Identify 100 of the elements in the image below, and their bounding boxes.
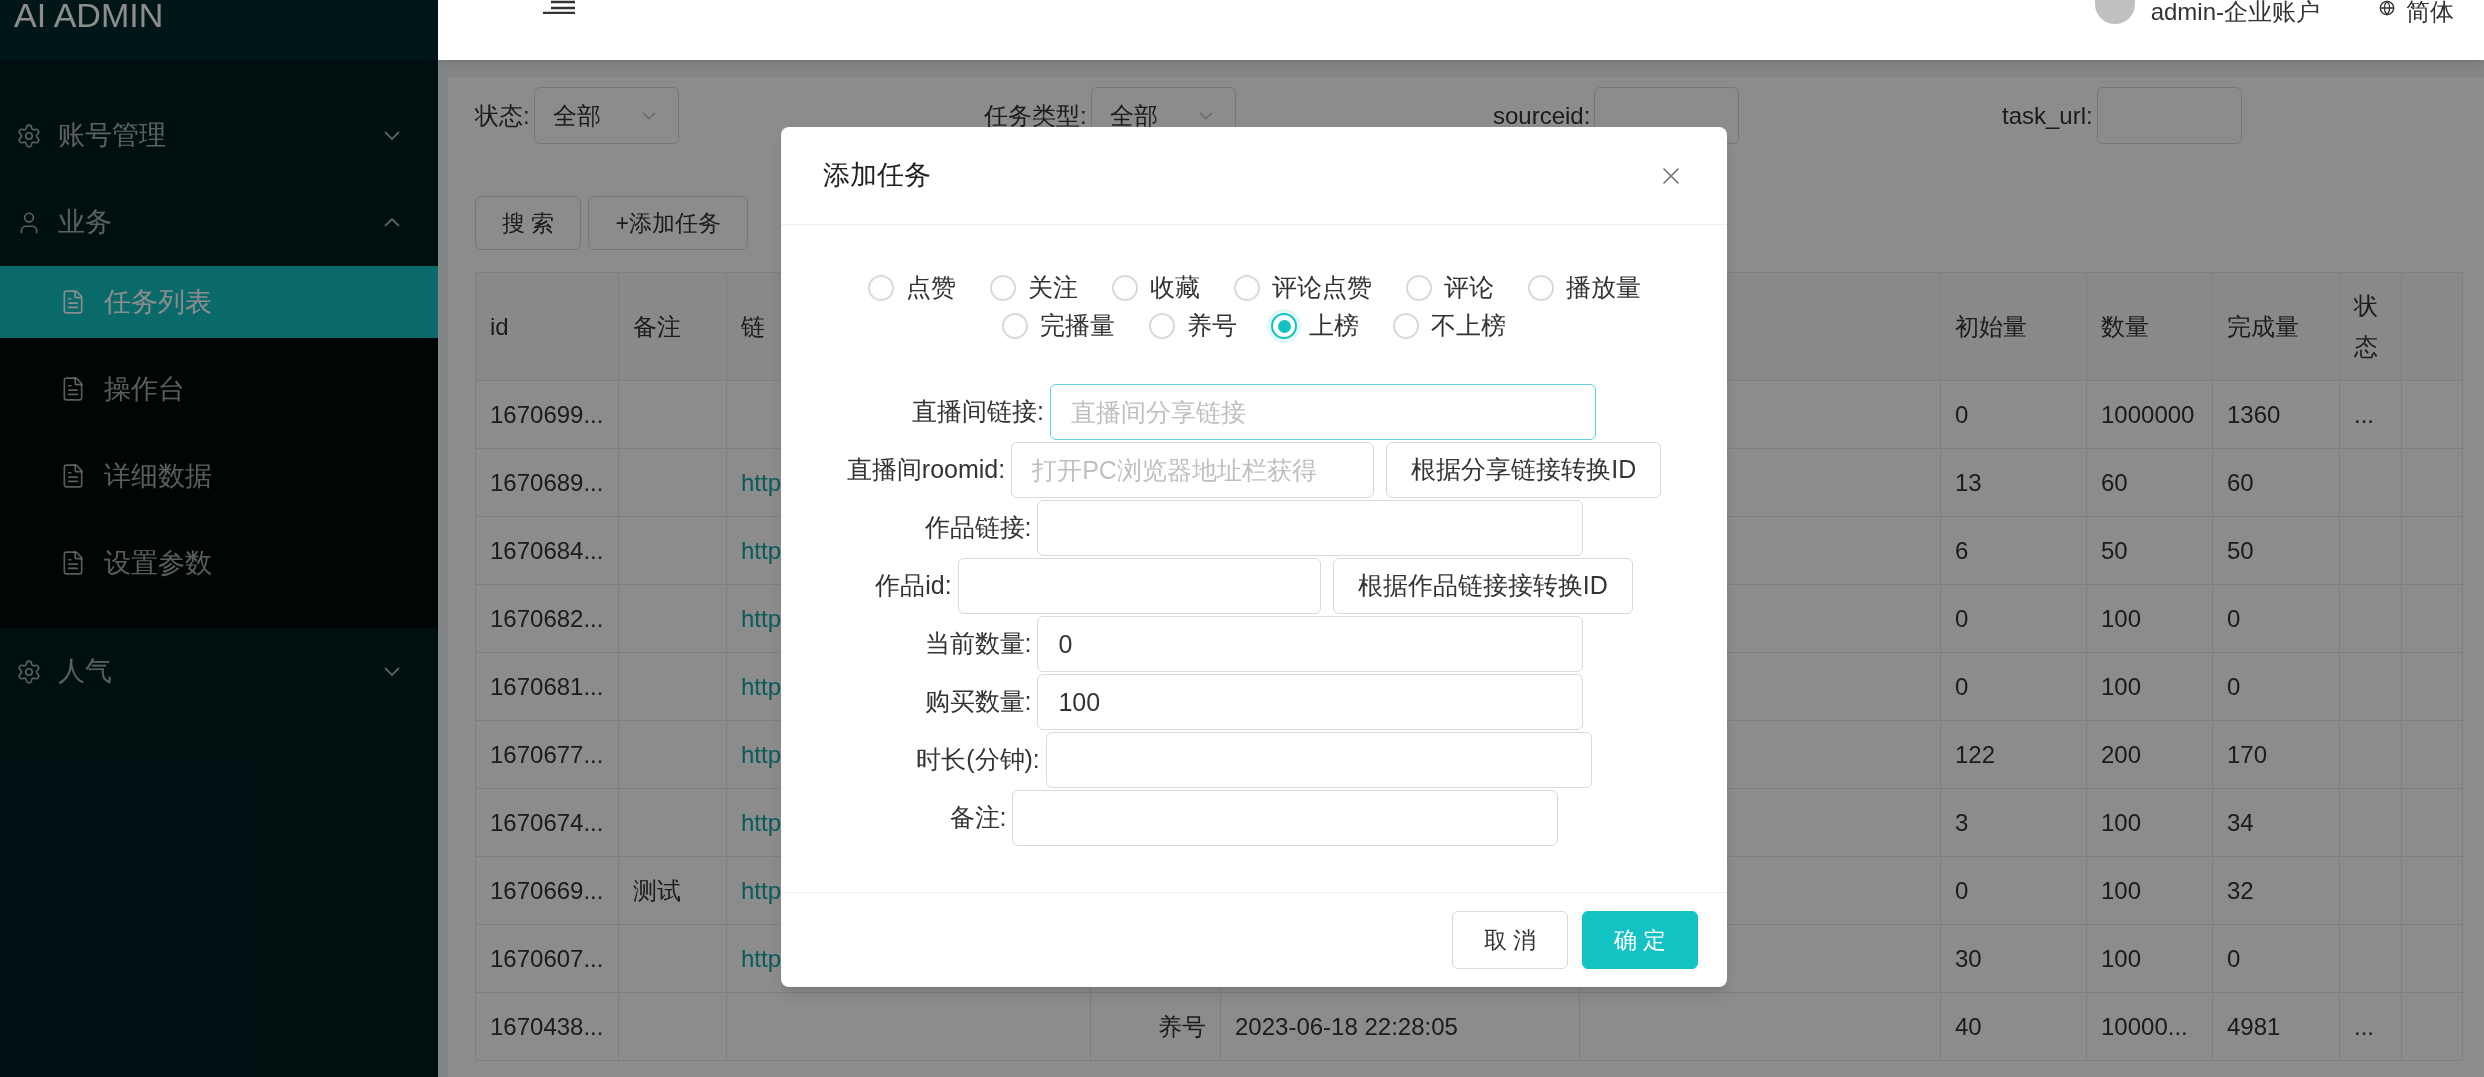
- menu-item[interactable]: 操作台: [0, 353, 438, 425]
- radio-option[interactable]: 播放量: [1527, 269, 1641, 307]
- table-cell-text: ...: [2354, 1011, 2374, 1042]
- radio-option[interactable]: 完播量: [1002, 307, 1115, 345]
- table-cell-text: 1670677...: [490, 739, 604, 770]
- input-field[interactable]: [1045, 732, 1592, 788]
- table-cell-text: 1000000: [2101, 399, 2195, 430]
- column-header: 初始量: [1955, 311, 2027, 342]
- user-name[interactable]: admin-企业账户: [2150, 0, 2320, 24]
- radio-option[interactable]: 关注: [989, 269, 1078, 307]
- table-cell-text: 100: [2101, 671, 2142, 702]
- table-cell-text: 1670689...: [490, 467, 604, 498]
- menu-item[interactable]: 设置参数: [0, 527, 438, 599]
- table-cell-text: 100: [2101, 807, 2142, 838]
- table-cell-text: 1670438...: [490, 1011, 604, 1042]
- input-field[interactable]: 打开PC浏览器地址栏获得: [1011, 442, 1375, 498]
- table-cell-text: 40: [1955, 1011, 1982, 1042]
- field-label: 作品链接:: [924, 512, 1032, 544]
- table-cell-text: ...: [2354, 399, 2374, 430]
- filter-label: 状态:: [475, 100, 530, 131]
- radio-option[interactable]: 评论点赞: [1233, 269, 1372, 307]
- table-cell-text: 122: [1955, 739, 1996, 770]
- menu-group[interactable]: 账号管理: [0, 92, 438, 179]
- table-cell-text: 0: [1955, 671, 1969, 702]
- table-cell-text: 养号: [1158, 1011, 1206, 1042]
- field-label: 作品id:: [875, 570, 952, 602]
- table-cell-text: 测试: [633, 875, 681, 906]
- table-cell-text: 6: [1955, 535, 1969, 566]
- table-cell-text: 34: [2227, 807, 2254, 838]
- table-cell-text: 200: [2101, 739, 2142, 770]
- app-title: AI ADMIN: [14, 0, 164, 32]
- field-label: 直播间roomid:: [846, 454, 1006, 486]
- table-cell-text: 0: [2227, 943, 2241, 974]
- menu-group[interactable]: 人气: [0, 628, 438, 715]
- table-cell-text: 0: [1955, 399, 1969, 430]
- column-header: 备注: [633, 311, 681, 342]
- table-cell-text: 1670674...: [490, 807, 604, 838]
- radio-option[interactable]: 上榜: [1271, 307, 1359, 345]
- table-cell-text: 60: [2101, 467, 2128, 498]
- table-cell-text: 1670682...: [490, 603, 604, 634]
- table-cell-text: 2023-06-18 22:28:05: [1235, 1011, 1458, 1042]
- table-cell-text: 0: [2227, 603, 2241, 634]
- language-button[interactable]: 简体: [2376, 0, 2454, 24]
- radio-option[interactable]: 评论: [1405, 269, 1494, 307]
- add-task-button[interactable]: +添加任务: [588, 196, 748, 250]
- input-field[interactable]: [1012, 790, 1559, 846]
- column-header: 数量: [2101, 311, 2149, 342]
- radio-option[interactable]: 收藏: [1111, 269, 1200, 307]
- table-cell-text: 1670684...: [490, 535, 604, 566]
- filter-label: sourceid:: [1493, 100, 1591, 131]
- menu-item[interactable]: 详细数据: [0, 440, 438, 512]
- cancel-button[interactable]: 取 消: [1452, 911, 1568, 969]
- avatar[interactable]: [2094, 0, 2135, 24]
- table-cell-text: 170: [2227, 739, 2268, 770]
- column-header: 状态: [2354, 290, 2378, 362]
- table-cell-text: 1670681...: [490, 671, 604, 702]
- field-label: 时长(分钟):: [916, 744, 1040, 776]
- table-cell-text: 32: [2227, 875, 2254, 906]
- radio-option[interactable]: 点赞: [867, 269, 956, 307]
- table-cell-text: 13: [1955, 467, 1982, 498]
- search-button[interactable]: 搜 索: [475, 196, 582, 250]
- table-cell-text: 50: [2101, 535, 2128, 566]
- menu-group[interactable]: 业务: [0, 179, 438, 266]
- input-field[interactable]: 0: [1037, 616, 1584, 672]
- radio-option[interactable]: 养号: [1149, 307, 1237, 345]
- column-header: 完成量: [2227, 311, 2299, 342]
- select-field[interactable]: 全部: [533, 87, 679, 144]
- table-cell-text: 0: [2227, 671, 2241, 702]
- field-label: 当前数量:: [924, 628, 1032, 660]
- field-label: 备注:: [949, 802, 1007, 834]
- table-cell-text: 1670607...: [490, 943, 604, 974]
- column-header: 链: [741, 311, 765, 342]
- table-cell-text: 1670669...: [490, 875, 604, 906]
- table-cell-text: 3: [1955, 807, 1969, 838]
- field-label: 直播间链接:: [912, 396, 1044, 428]
- table-cell-text: 1360: [2227, 399, 2281, 430]
- table-cell-text: 100: [2101, 875, 2142, 906]
- field-label: 购买数量:: [924, 686, 1032, 718]
- convert-button[interactable]: 根据作品链接接转换ID: [1332, 558, 1633, 614]
- table-cell-text: 100: [2101, 943, 2142, 974]
- column-header: id: [490, 311, 509, 342]
- table-cell-text: 10000...: [2101, 1011, 2188, 1042]
- table-cell-text: 4981: [2227, 1011, 2281, 1042]
- dialog-title: 添加任务: [823, 159, 931, 193]
- table-cell-text: 0: [1955, 603, 1969, 634]
- table-cell-text: 0: [1955, 875, 1969, 906]
- table-cell-text: 1670699...: [490, 399, 604, 430]
- convert-button[interactable]: 根据分享链接转换ID: [1386, 442, 1662, 498]
- table-cell-text: 50: [2227, 535, 2254, 566]
- input-field[interactable]: [1037, 500, 1584, 556]
- filter-label: task_url:: [2002, 100, 2093, 131]
- radio-option[interactable]: 不上榜: [1393, 307, 1506, 345]
- input-field[interactable]: 100: [1037, 674, 1584, 730]
- input-field[interactable]: 直播间分享链接: [1049, 384, 1596, 440]
- input-field[interactable]: [957, 558, 1321, 614]
- table-cell-text: 30: [1955, 943, 1982, 974]
- filter-label: 任务类型:: [984, 100, 1087, 131]
- table-cell-text: 100: [2101, 603, 2142, 634]
- table-cell-text: 60: [2227, 467, 2254, 498]
- menu-fold-icon[interactable]: [543, 0, 575, 14]
